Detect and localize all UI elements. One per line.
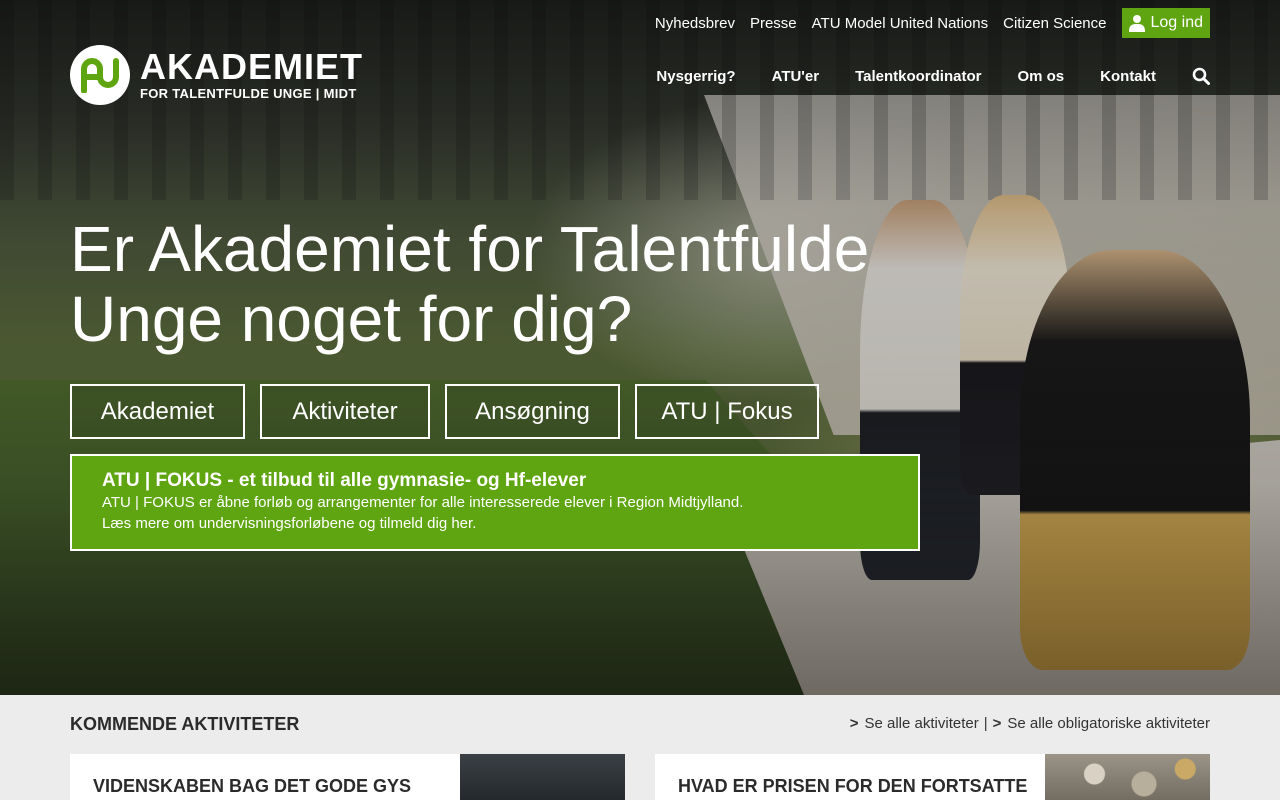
see-all-activities-link[interactable]: Se alle aktiviteter (864, 715, 978, 732)
activity-card-image (1045, 754, 1210, 800)
upcoming-activities: KOMMENDE AKTIVITETER > Se alle aktivitet… (0, 695, 1280, 800)
see-all-mandatory-activities-link[interactable]: Se alle obligatoriske aktiviteter (1007, 715, 1210, 732)
hero-headline: Er Akademiet for Talentfulde Unge noget … (70, 213, 870, 355)
activity-card[interactable]: VIDENSKABEN BAG DET GODE GYS (70, 754, 625, 800)
main-nav: Nysgerrig? ATU'er Talentkoordinator Om o… (620, 65, 1210, 87)
top-link-presse[interactable]: Presse (750, 15, 797, 32)
atu-fokus-button[interactable]: ATU | Fokus (635, 384, 819, 439)
user-icon (1128, 15, 1145, 32)
logo-subtitle: FOR TALENTFULDE UNGE | MIDT (140, 85, 357, 101)
search-icon[interactable] (1192, 67, 1210, 85)
site-logo[interactable]: AKADEMIET FOR TALENTFULDE UNGE | MIDT (70, 45, 363, 105)
logo-mark-icon (70, 45, 130, 105)
top-links: Nyhedsbrev Presse ATU Model United Natio… (640, 8, 1210, 38)
section-title: KOMMENDE AKTIVITETER (70, 714, 300, 734)
logo-title: AKADEMIET (140, 45, 363, 87)
nav-item-om-os[interactable]: Om os (1017, 68, 1064, 85)
nav-item-talentkoordinator[interactable]: Talentkoordinator (855, 68, 981, 85)
nav-item-atuer[interactable]: ATU'er (772, 68, 819, 85)
nav-item-kontakt[interactable]: Kontakt (1100, 68, 1156, 85)
activity-card-title: HVAD ER PRISEN FOR DEN FORTSATTE (678, 776, 1028, 796)
login-button[interactable]: Log ind (1121, 8, 1210, 38)
top-link-nyhedsbrev[interactable]: Nyhedsbrev (655, 15, 735, 32)
top-link-model-united-nations[interactable]: ATU Model United Nations (812, 15, 988, 32)
ansogning-button[interactable]: Ansøgning (445, 384, 620, 439)
aktiviteter-button[interactable]: Aktiviteter (260, 384, 430, 439)
see-all-links: > Se alle aktiviteter | > Se alle obliga… (850, 715, 1210, 732)
akademiet-button[interactable]: Akademiet (70, 384, 245, 439)
activity-card-title: VIDENSKABEN BAG DET GODE GYS (93, 776, 412, 796)
login-label: Log ind (1150, 14, 1204, 31)
promo-link-text: Læs mere om undervisningsforløbene og ti… (102, 515, 477, 532)
chevron-right-icon: > (849, 715, 859, 732)
nav-item-nysgerrig[interactable]: Nysgerrig? (656, 68, 735, 85)
link-separator: | (983, 715, 988, 732)
hero-buttons: Akademiet Aktiviteter Ansøgning ATU | Fo… (70, 384, 834, 439)
atu-fokus-promo[interactable]: ATU | FOKUS - et tilbud til alle gymnasi… (70, 454, 920, 551)
promo-title: ATU | FOKUS - et tilbud til alle gymnasi… (102, 470, 587, 491)
chevron-right-icon: > (992, 715, 1002, 732)
activity-card[interactable]: HVAD ER PRISEN FOR DEN FORTSATTE (655, 754, 1210, 800)
promo-text: ATU | FOKUS er åbne forløb og arrangemen… (102, 494, 744, 511)
activity-card-image (460, 754, 625, 800)
top-link-citizen-science[interactable]: Citizen Science (1003, 15, 1106, 32)
